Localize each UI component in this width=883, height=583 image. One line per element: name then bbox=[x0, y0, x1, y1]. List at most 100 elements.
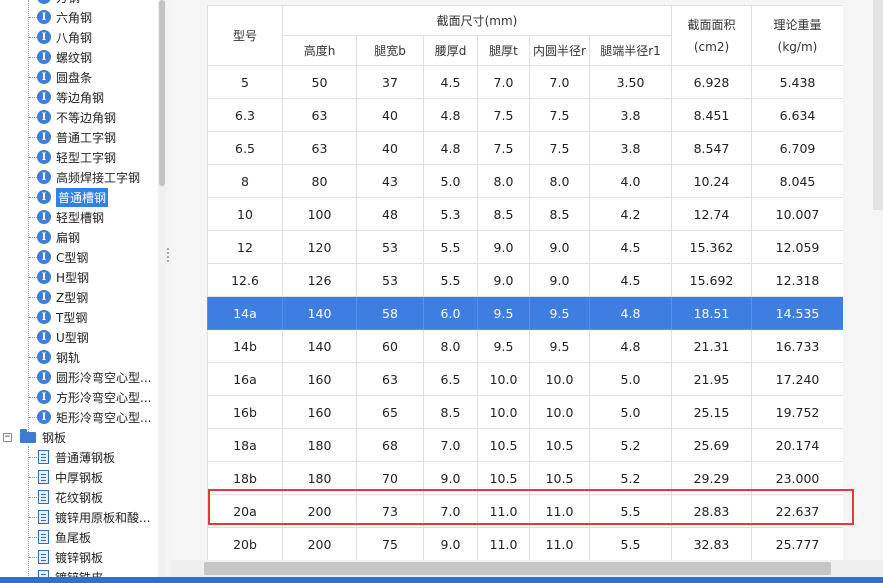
header-dimension[interactable]: 内圆半径r bbox=[529, 35, 590, 66]
horizontal-scroll-thumb[interactable] bbox=[204, 562, 831, 575]
table-cell: 5.2 bbox=[589, 461, 672, 495]
tree-folder-steel-plate[interactable]: − 钢板 bbox=[3, 427, 66, 447]
tree-item-label: 方钢 bbox=[56, 0, 80, 6]
tree-item[interactable]: 中厚钢板 bbox=[38, 467, 103, 487]
table-row[interactable]: 14b 140 60 8.0 9.5 9.5 4.8 21.31 16.733 bbox=[207, 329, 843, 363]
tree-item-label: 方形冷弯空心型... bbox=[56, 390, 152, 405]
table-row[interactable]: 12.6 126 53 5.5 9.0 9.0 4.5 15.692 12.318 bbox=[207, 263, 843, 297]
tree-item-label: H型钢 bbox=[56, 270, 90, 285]
tree-item[interactable]: 鱼尾板 bbox=[38, 527, 91, 547]
table-row[interactable]: 18b 180 70 9.0 10.5 10.5 5.2 29.29 23.000 bbox=[207, 461, 843, 495]
table-row[interactable]: 20b 200 75 9.0 11.0 11.0 5.5 32.83 25.777 bbox=[207, 527, 843, 560]
tree-branch-line bbox=[29, 477, 37, 478]
tree-scrollbar[interactable] bbox=[158, 0, 166, 577]
steel-item-icon: I bbox=[37, 290, 51, 304]
table-cell: 14.535 bbox=[751, 296, 843, 330]
tree-item[interactable]: I 圆形冷弯空心型... bbox=[37, 367, 151, 387]
tree-item[interactable]: I 螺纹钢 bbox=[37, 47, 92, 67]
tree-item[interactable]: I 方钢 bbox=[37, 0, 80, 7]
table-cell: 9.0 bbox=[477, 230, 530, 264]
table-cell: 9.5 bbox=[529, 296, 590, 330]
table-cell: 5.5 bbox=[589, 527, 672, 560]
header-dimension[interactable]: 腰厚d bbox=[423, 35, 478, 66]
splitter-grip bbox=[167, 256, 169, 258]
steel-item-icon: I bbox=[37, 270, 51, 284]
table-cell: 4.8 bbox=[589, 296, 672, 330]
header-dimension[interactable]: 腿端半径r1 bbox=[589, 35, 672, 66]
tree-branch-line bbox=[29, 257, 37, 258]
table-row[interactable]: 12 120 53 5.5 9.0 9.0 4.5 15.362 12.059 bbox=[207, 230, 843, 264]
table-row[interactable]: 6.3 63 40 4.8 7.5 7.5 3.8 8.451 6.634 bbox=[207, 98, 843, 132]
table-row[interactable]: 10 100 48 5.3 8.5 8.5 4.2 12.74 10.007 bbox=[207, 197, 843, 231]
table-cell: 12 bbox=[207, 230, 283, 264]
table-cell: 7.0 bbox=[423, 428, 478, 462]
tree-item[interactable]: I 钢轨 bbox=[37, 347, 80, 367]
tree-item[interactable]: I 轻型工字钢 bbox=[37, 147, 116, 167]
collapse-toggle-icon[interactable]: − bbox=[3, 432, 12, 442]
folder-icon bbox=[20, 428, 36, 443]
table-cell: 4.8 bbox=[423, 98, 478, 132]
tree-item[interactable]: I H型钢 bbox=[37, 267, 89, 287]
tree-item[interactable]: I 矩形冷弯空心型... bbox=[37, 407, 151, 427]
tree-branch-line bbox=[29, 497, 37, 498]
table-vertical-scrollbar[interactable] bbox=[873, 0, 883, 210]
table-horizontal-scrollbar[interactable] bbox=[171, 560, 883, 577]
header-theoretical-weight[interactable]: 理论重量 (kg/m) bbox=[751, 5, 843, 66]
tree-item[interactable]: I C型钢 bbox=[37, 247, 88, 267]
table-cell: 14b bbox=[207, 329, 283, 363]
table-row[interactable]: 5 50 37 4.5 7.0 7.0 3.50 6.928 5.438 bbox=[207, 65, 843, 99]
tree-item[interactable]: I 八角钢 bbox=[37, 27, 92, 47]
tree-scroll-thumb[interactable] bbox=[159, 0, 165, 186]
tree-item[interactable]: I 普通工字钢 bbox=[37, 127, 116, 147]
table-row[interactable]: 6.5 63 40 4.8 7.5 7.5 3.8 8.547 6.709 bbox=[207, 131, 843, 165]
tree-branch-line bbox=[29, 337, 37, 338]
tree-item[interactable]: I 高频焊接工字钢 bbox=[37, 167, 140, 187]
table-cell: 18.51 bbox=[671, 296, 752, 330]
tree-branch-line bbox=[29, 537, 37, 538]
tree-item[interactable]: 镀锌用原板和酸... bbox=[38, 507, 150, 527]
tree-item[interactable]: I Z型钢 bbox=[37, 287, 88, 307]
tree-item-label: 不等边角钢 bbox=[56, 110, 117, 125]
tree-item[interactable]: 普通薄钢板 bbox=[38, 447, 115, 467]
table-row[interactable]: 20a 200 73 7.0 11.0 11.0 5.5 28.83 22.637 bbox=[207, 494, 843, 528]
tree-item[interactable]: 镀锌钢板 bbox=[38, 547, 103, 567]
tree-item[interactable]: I 扁钢 bbox=[37, 227, 80, 247]
tree-item-label: 普通槽钢 bbox=[56, 187, 109, 207]
header-dimension[interactable]: 高度h bbox=[282, 35, 357, 66]
table-cell: 6.0 bbox=[423, 296, 478, 330]
table-cell: 8.045 bbox=[751, 164, 843, 198]
steel-item-icon: I bbox=[37, 350, 51, 364]
table-cell: 10.0 bbox=[529, 395, 590, 429]
table-row[interactable]: 8 80 43 5.0 8.0 8.0 4.0 10.24 8.045 bbox=[207, 164, 843, 198]
tree-item[interactable]: I 方形冷弯空心型... bbox=[37, 387, 151, 407]
table-row[interactable]: 16a 160 63 6.5 10.0 10.0 5.0 21.95 17.240 bbox=[207, 362, 843, 396]
header-section-area[interactable]: 截面面积 (cm2) bbox=[671, 5, 752, 66]
table-cell: 9.0 bbox=[529, 263, 590, 297]
status-bar bbox=[0, 577, 883, 583]
tree-branch-line bbox=[29, 557, 37, 558]
tree-item[interactable]: I U型钢 bbox=[37, 327, 89, 347]
table-row[interactable]: 16b 160 65 8.5 10.0 10.0 5.0 25.15 19.752 bbox=[207, 395, 843, 429]
table-cell: 6.709 bbox=[751, 131, 843, 165]
tree-item[interactable]: I 等边角钢 bbox=[37, 87, 104, 107]
tree-item-label: 六角钢 bbox=[56, 10, 93, 25]
tree-item[interactable]: 花纹钢板 bbox=[38, 487, 103, 507]
tree-item[interactable]: I 不等边角钢 bbox=[37, 107, 116, 127]
table-row[interactable]: 14a 140 58 6.0 9.5 9.5 4.8 18.51 14.535 bbox=[207, 296, 843, 330]
tree-item[interactable]: I 普通槽钢 bbox=[37, 187, 109, 207]
table-row[interactable]: 18a 180 68 7.0 10.5 10.5 5.2 25.69 20.174 bbox=[207, 428, 843, 462]
header-dimension[interactable]: 腿宽b bbox=[356, 35, 424, 66]
steel-item-icon: I bbox=[37, 110, 51, 124]
tree-item[interactable]: I 轻型槽钢 bbox=[37, 207, 104, 227]
tree-item-label: 扁钢 bbox=[56, 230, 81, 245]
tree-item[interactable]: 镀锌铁皮 bbox=[38, 567, 103, 577]
header-dimension[interactable]: 腿厚t bbox=[477, 35, 530, 66]
tree-item[interactable]: I 六角钢 bbox=[37, 7, 92, 27]
table-cell: 5.0 bbox=[589, 362, 672, 396]
table-cell: 15.692 bbox=[671, 263, 752, 297]
tree-item[interactable]: I 圆盘条 bbox=[37, 67, 92, 87]
header-model[interactable]: 型号 bbox=[207, 5, 283, 66]
tree-branch-line bbox=[29, 177, 37, 178]
tree-item[interactable]: I T型钢 bbox=[37, 307, 87, 327]
steel-item-icon: I bbox=[37, 370, 51, 384]
